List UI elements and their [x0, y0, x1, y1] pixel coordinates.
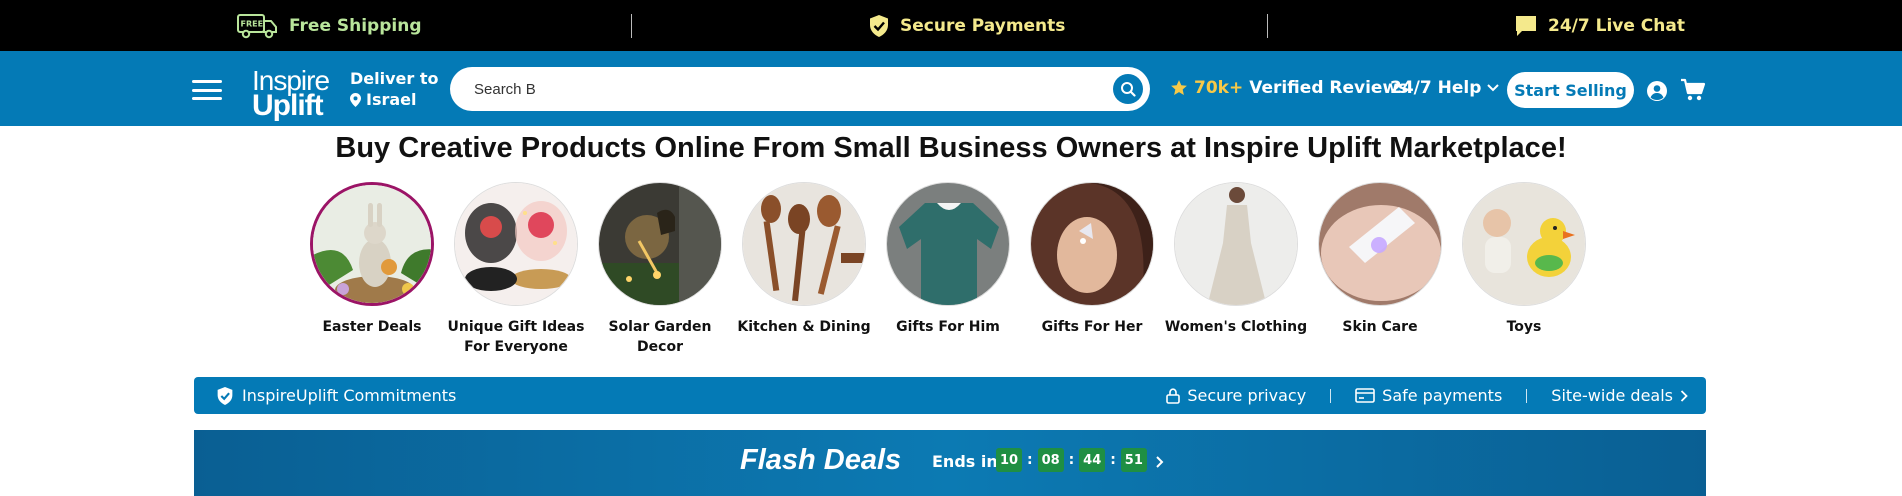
category-label: Gifts For Her	[1041, 319, 1143, 335]
free-badge-text: FREE	[241, 19, 264, 28]
site-wide-deals-label: Site-wide deals	[1551, 386, 1673, 405]
category-label: Skin Care	[1342, 319, 1418, 335]
promo-divider	[1267, 14, 1268, 38]
user-account-icon[interactable]	[1646, 80, 1668, 102]
delivery-truck-icon: FREE	[237, 13, 277, 38]
site-wide-deals-link[interactable]: Site-wide deals	[1551, 386, 1688, 405]
chevron-right-icon[interactable]	[1152, 451, 1168, 473]
easter-bunny-image	[310, 182, 434, 306]
category-label: Kitchen & Dining	[737, 319, 871, 335]
skin-device-image	[1318, 182, 1442, 306]
category-carousel: Easter Deals Unique Gift Ideas For Every…	[300, 182, 1590, 360]
promo-secure-payments: Secure Payments	[868, 0, 1065, 51]
shield-check-icon	[217, 386, 233, 405]
deliver-label: Deliver to	[350, 69, 439, 88]
commit-divider	[1330, 388, 1332, 403]
commit-divider	[1526, 388, 1528, 403]
deliver-country: Israel	[366, 90, 417, 109]
timer-hours: 08	[1037, 448, 1064, 472]
countdown-timer: 10 : 08 : 44 : 51	[996, 448, 1147, 472]
main-header: Inspire Uplift Deliver to Israel 70k+ Ve…	[0, 51, 1902, 126]
chevron-down-icon	[1487, 84, 1500, 92]
start-selling-button[interactable]: Start Selling	[1507, 72, 1634, 108]
category-unique-gift-ideas[interactable]: Unique Gift Ideas For Everyone	[444, 182, 588, 357]
safe-payments-item: Safe payments	[1355, 386, 1502, 405]
shield-check-icon	[870, 14, 888, 37]
category-label: Women's Clothing	[1164, 319, 1308, 335]
inspire-uplift-logo[interactable]: Inspire Uplift	[250, 61, 334, 122]
ends-in-label: Ends in	[932, 452, 998, 471]
secure-privacy-item: Secure privacy	[1166, 386, 1306, 405]
sweater-image	[886, 182, 1010, 306]
commitments-title: InspireUplift Commitments	[242, 386, 457, 405]
gift-rose-image	[454, 182, 578, 306]
category-label: Unique Gift Ideas For Everyone	[447, 319, 585, 355]
search-input[interactable]	[474, 67, 1094, 111]
free-shipping-label: Free Shipping	[289, 15, 422, 36]
reviews-count: 70k+	[1194, 78, 1244, 98]
commitments-bar[interactable]: InspireUplift Commitments Secure privacy…	[194, 377, 1706, 414]
live-chat-label: 24/7 Live Chat	[1548, 15, 1685, 36]
safe-payments-label: Safe payments	[1382, 386, 1503, 405]
search-button[interactable]	[1113, 74, 1143, 104]
help-dropdown[interactable]: 24/7 Help	[1390, 78, 1500, 98]
promo-free-shipping: FREE Free Shipping	[237, 0, 422, 51]
page-headline: Buy Creative Products Online From Small …	[335, 132, 1567, 164]
flash-deals-banner[interactable]: Flash Deals Ends in 10 : 08 : 44 : 51	[194, 430, 1706, 496]
category-easter-deals[interactable]: Easter Deals	[300, 182, 444, 337]
shopping-cart-icon[interactable]	[1680, 78, 1706, 102]
wooden-spoons-image	[742, 182, 866, 306]
chat-bubble-icon	[1516, 15, 1536, 36]
category-womens-clothing[interactable]: Women's Clothing	[1164, 182, 1308, 337]
deliver-to-selector[interactable]: Deliver to Israel	[350, 68, 438, 110]
category-label: Solar Garden Decor	[608, 319, 712, 355]
credit-card-icon	[1355, 388, 1375, 403]
category-skin-care[interactable]: Skin Care	[1308, 182, 1452, 337]
category-label: Gifts For Him	[896, 319, 1000, 335]
menu-icon[interactable]	[192, 80, 222, 100]
logo-line-2: Uplift	[252, 89, 324, 122]
duck-toy-image	[1462, 182, 1586, 306]
category-toys[interactable]: Toys	[1452, 182, 1596, 337]
timer-seconds: 51	[1120, 448, 1147, 472]
search-bar	[450, 67, 1150, 111]
location-pin-icon	[350, 92, 361, 107]
category-gifts-for-her[interactable]: Gifts For Her	[1020, 182, 1164, 337]
category-gifts-for-him[interactable]: Gifts For Him	[876, 182, 1020, 337]
dress-image	[1174, 182, 1298, 306]
verified-reviews-link[interactable]: 70k+ Verified Reviews	[1170, 78, 1408, 98]
category-label: Easter Deals	[322, 319, 422, 335]
garden-lamp-image	[598, 182, 722, 306]
chevron-right-icon	[1680, 389, 1688, 402]
timer-days: 10	[996, 448, 1022, 472]
timer-minutes: 44	[1079, 448, 1106, 472]
reviews-label: Verified Reviews	[1249, 78, 1409, 98]
search-icon	[1121, 82, 1136, 97]
promo-divider	[631, 14, 632, 38]
secure-privacy-label: Secure privacy	[1187, 386, 1307, 405]
category-kitchen-dining[interactable]: Kitchen & Dining	[732, 182, 876, 337]
category-label: Toys	[1506, 319, 1542, 335]
star-icon	[1171, 80, 1187, 95]
flash-deals-title: Flash Deals	[740, 444, 902, 476]
help-label: 24/7 Help	[1390, 78, 1482, 98]
lock-icon	[1166, 387, 1181, 404]
category-solar-garden-decor[interactable]: Solar Garden Decor	[588, 182, 732, 357]
promo-live-chat[interactable]: 24/7 Live Chat	[1514, 0, 1685, 51]
promo-bar: FREE Free Shipping Secure Payments 24/7 …	[0, 0, 1902, 51]
secure-payments-label: Secure Payments	[900, 15, 1066, 36]
ear-cuff-image	[1030, 182, 1154, 306]
